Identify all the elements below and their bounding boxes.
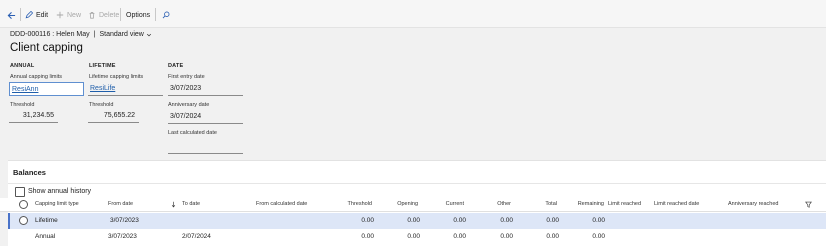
col-opening[interactable]: Opening: [378, 201, 418, 207]
cell-type: Lifetime: [35, 217, 58, 224]
cell-opening: 0.00: [407, 233, 420, 240]
anniversary-date-field[interactable]: 3/07/2024: [168, 110, 243, 124]
lifetime-group-title: LIFETIME: [89, 63, 116, 69]
cell-opening: 0.00: [407, 217, 420, 224]
col-limit-reached-date[interactable]: Limit reached date: [654, 201, 699, 207]
balances-title: Balances: [13, 168, 46, 177]
cell-threshold: 0.00: [361, 217, 374, 224]
last-calculated-field[interactable]: [168, 140, 243, 154]
cell-remaining: 0.00: [592, 233, 605, 240]
col-from-date[interactable]: From date: [108, 201, 133, 207]
col-total[interactable]: Total: [517, 201, 557, 207]
cell-total: 0.00: [546, 217, 559, 224]
pencil-icon: [25, 11, 33, 19]
show-annual-history-label: Show annual history: [28, 188, 92, 195]
search-icon: [162, 11, 170, 19]
edit-label: Edit: [36, 11, 49, 19]
action-toolbar: Edit New Delete Options: [0, 0, 826, 28]
search-button[interactable]: [162, 9, 170, 21]
col-anniversary-reached[interactable]: Anniversary reached: [728, 201, 778, 207]
table-row[interactable]: Annual 3/07/2023 2/07/2024 0.00 0.00 0.0…: [8, 229, 826, 245]
options-button[interactable]: Options: [126, 9, 150, 21]
caption-separator: |: [93, 31, 96, 38]
new-label: New: [67, 11, 82, 19]
plus-icon: [56, 11, 64, 19]
annual-threshold-field[interactable]: 31,234.55: [9, 109, 58, 123]
toolbar-divider: [120, 8, 121, 21]
toolbar-divider: [155, 8, 156, 21]
filter-icon[interactable]: [805, 201, 812, 208]
panel-divider: [8, 183, 826, 184]
show-annual-history-checkbox[interactable]: [15, 187, 25, 197]
col-capping-limit-type[interactable]: Capping limit type: [35, 201, 79, 207]
cell-from-date: 3/07/2023: [110, 217, 139, 224]
cell-total: 0.00: [546, 233, 559, 240]
lifetime-threshold-field[interactable]: 75,655.22: [88, 109, 139, 123]
anniversary-date-label: Anniversary date: [168, 102, 210, 108]
lifetime-limits-label: Lifetime capping limits: [89, 74, 144, 80]
select-all-radio[interactable]: [19, 200, 28, 209]
view-selector-label: Standard view: [99, 31, 144, 38]
table-row[interactable]: Lifetime 3/07/2023 0.00 0.00 0.00 0.00 0…: [8, 213, 826, 229]
delete-label: Delete: [99, 11, 120, 19]
back-arrow-icon: [7, 11, 16, 19]
record-caption: DDD-000116 : Helen May: [10, 31, 90, 38]
row-select-radio[interactable]: [19, 216, 28, 225]
lifetime-threshold-label: Threshold: [89, 102, 114, 108]
cell-current: 0.00: [453, 217, 466, 224]
annual-limits-field[interactable]: ResiAnn: [9, 82, 84, 96]
cell-from-date: 3/07/2023: [108, 233, 137, 240]
last-calculated-label: Last calculated date: [168, 130, 217, 136]
lifetime-limits-field[interactable]: ResiLife: [88, 82, 163, 96]
col-limit-reached[interactable]: Limit reached: [608, 201, 641, 207]
first-entry-label: First entry date: [168, 74, 205, 80]
cell-to-date: 2/07/2024: [182, 233, 211, 240]
annual-group-title: ANNUAL: [10, 63, 35, 69]
cell-remaining: 0.00: [592, 217, 605, 224]
annual-limits-label: Annual capping limits: [10, 74, 62, 80]
new-button[interactable]: New: [56, 9, 81, 21]
view-selector[interactable]: Standard view: [99, 31, 151, 38]
delete-button[interactable]: Delete: [88, 9, 119, 21]
breadcrumb: DDD-000116 : Helen May | Standard view: [10, 31, 152, 38]
annual-threshold-label: Threshold: [10, 102, 35, 108]
back-button[interactable]: [7, 9, 16, 21]
options-label: Options: [126, 11, 151, 19]
chevron-down-icon: [146, 33, 151, 36]
col-to-date[interactable]: To date: [182, 201, 200, 207]
date-group-title: DATE: [168, 63, 184, 69]
cell-threshold: 0.00: [361, 233, 374, 240]
cell-current: 0.00: [453, 233, 466, 240]
edit-button[interactable]: Edit: [25, 9, 48, 21]
col-from-calculated-date[interactable]: From calculated date: [256, 201, 307, 207]
cell-other: 0.00: [500, 233, 513, 240]
trash-icon: [89, 12, 95, 19]
col-remaining[interactable]: Remaining: [563, 201, 604, 207]
col-threshold[interactable]: Threshold: [330, 201, 372, 207]
col-current[interactable]: Current: [424, 201, 464, 207]
cell-type: Annual: [35, 233, 56, 240]
toolbar-divider: [20, 8, 21, 21]
sort-descending-icon: [171, 201, 176, 208]
page-title: Client capping: [10, 42, 83, 54]
balances-grid-header: Capping limit type From date To date Fro…: [0, 198, 826, 212]
cell-other: 0.00: [500, 217, 513, 224]
col-other[interactable]: Other: [471, 201, 511, 207]
first-entry-field[interactable]: 3/07/2023: [168, 82, 243, 96]
